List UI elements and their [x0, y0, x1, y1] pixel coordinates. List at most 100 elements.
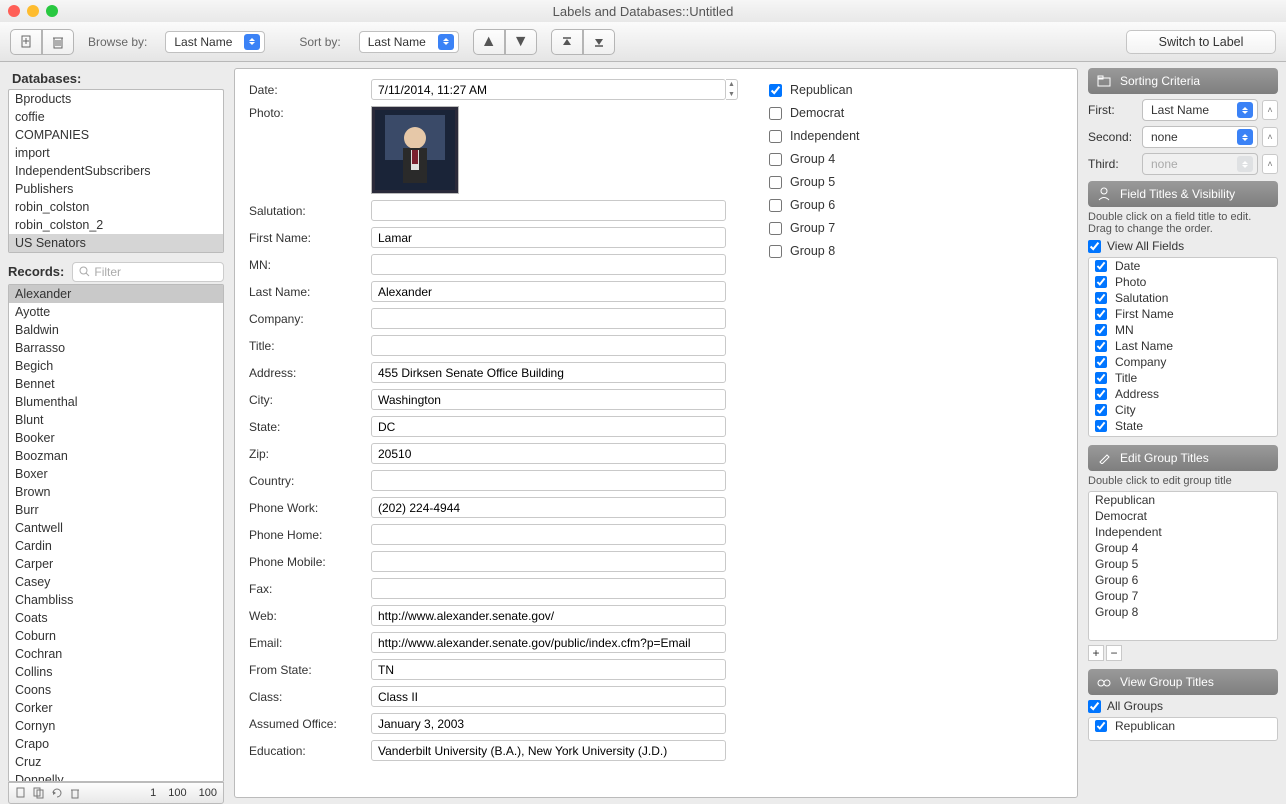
group-checkbox[interactable] [769, 107, 782, 120]
record-item[interactable]: Casey [9, 573, 223, 591]
record-item[interactable]: Cruz [9, 753, 223, 771]
group-checkbox[interactable] [769, 176, 782, 189]
group-checkbox[interactable] [769, 199, 782, 212]
trash-icon[interactable] [69, 787, 81, 799]
group-title-item[interactable]: Independent [1089, 524, 1277, 540]
date-stepper[interactable]: ▲▼ [726, 79, 738, 100]
first-field[interactable] [371, 227, 726, 248]
pw-field[interactable] [371, 497, 726, 518]
record-item[interactable]: Chambliss [9, 591, 223, 609]
sort-desc-button[interactable]: ▼ [505, 29, 537, 55]
record-item[interactable]: Barrasso [9, 339, 223, 357]
move-bottom-button[interactable] [583, 29, 615, 55]
view-groups-list[interactable]: Republican [1088, 717, 1278, 741]
company-field[interactable] [371, 308, 726, 329]
group-title-item[interactable]: Group 4 [1089, 540, 1277, 556]
remove-group-button[interactable]: − [1106, 645, 1122, 661]
record-item[interactable]: Collins [9, 663, 223, 681]
field-visibility-checkbox[interactable] [1095, 372, 1107, 384]
group-checkbox[interactable] [769, 130, 782, 143]
add-icon[interactable] [15, 787, 27, 799]
switch-to-label-button[interactable]: Switch to Label [1126, 30, 1276, 54]
class-field[interactable] [371, 686, 726, 707]
field-visibility-checkbox[interactable] [1095, 420, 1107, 432]
database-item[interactable]: US Senators [9, 234, 223, 252]
field-title-item[interactable]: Last Name [1115, 339, 1173, 353]
record-item[interactable]: Carper [9, 555, 223, 573]
field-visibility-checkbox[interactable] [1095, 340, 1107, 352]
view-all-fields-checkbox[interactable] [1088, 240, 1101, 253]
field-visibility-checkbox[interactable] [1095, 308, 1107, 320]
delete-record-button[interactable] [42, 29, 74, 55]
record-item[interactable]: Coons [9, 681, 223, 699]
group-title-item[interactable]: Group 7 [1089, 588, 1277, 604]
email-field[interactable] [371, 632, 726, 653]
sort-asc-button[interactable]: ▲ [473, 29, 505, 55]
record-item[interactable]: Bennet [9, 375, 223, 393]
record-item[interactable]: Coats [9, 609, 223, 627]
group-title-item[interactable]: Republican [1089, 492, 1277, 508]
group-checkbox[interactable] [769, 84, 782, 97]
field-title-item[interactable]: Address [1115, 387, 1159, 401]
record-item[interactable]: Crapo [9, 735, 223, 753]
sort-by-select[interactable]: Last Name [359, 31, 459, 53]
record-item[interactable]: Cochran [9, 645, 223, 663]
field-visibility-checkbox[interactable] [1095, 292, 1107, 304]
record-item[interactable]: Corker [9, 699, 223, 717]
field-visibility-checkbox[interactable] [1095, 388, 1107, 400]
field-visibility-checkbox[interactable] [1095, 324, 1107, 336]
database-item[interactable]: IndependentSubscribers [9, 162, 223, 180]
add-group-button[interactable]: + [1088, 645, 1104, 661]
group-title-item[interactable]: Group 5 [1089, 556, 1277, 572]
fields-list[interactable]: DatePhotoSalutationFirst NameMNLast Name… [1088, 257, 1278, 437]
all-groups-checkbox[interactable] [1088, 700, 1101, 713]
fstate-field[interactable] [371, 659, 726, 680]
aoffice-field[interactable] [371, 713, 726, 734]
pm-field[interactable] [371, 551, 726, 572]
field-title-item[interactable]: First Name [1115, 307, 1174, 321]
field-visibility-checkbox[interactable] [1095, 404, 1107, 416]
record-item[interactable]: Begich [9, 357, 223, 375]
record-item[interactable]: Boozman [9, 447, 223, 465]
ph-field[interactable] [371, 524, 726, 545]
group-title-item[interactable]: Democrat [1089, 508, 1277, 524]
field-visibility-checkbox[interactable] [1095, 356, 1107, 368]
fax-field[interactable] [371, 578, 726, 599]
database-item[interactable]: robin_colston_2 [9, 216, 223, 234]
database-item[interactable]: import [9, 144, 223, 162]
sort-first-select[interactable]: Last Name [1142, 99, 1258, 121]
field-title-item[interactable]: Title [1115, 371, 1137, 385]
record-item[interactable]: Coburn [9, 627, 223, 645]
record-item[interactable]: Cantwell [9, 519, 223, 537]
record-item[interactable]: Booker [9, 429, 223, 447]
record-item[interactable]: Cornyn [9, 717, 223, 735]
record-item[interactable]: Blunt [9, 411, 223, 429]
browse-by-select[interactable]: Last Name [165, 31, 265, 53]
group-titles-list[interactable]: RepublicanDemocratIndependentGroup 4Grou… [1088, 491, 1278, 641]
salutation-field[interactable] [371, 200, 726, 221]
database-item[interactable]: COMPANIES [9, 126, 223, 144]
records-list[interactable]: AlexanderAyotteBaldwinBarrassoBegichBenn… [8, 284, 224, 782]
database-item[interactable]: Bproducts [9, 90, 223, 108]
country-field[interactable] [371, 470, 726, 491]
date-field[interactable] [371, 79, 726, 100]
record-item[interactable]: Donnelly [9, 771, 223, 782]
databases-list[interactable]: BproductscoffieCOMPANIESimportIndependen… [8, 89, 224, 253]
address-field[interactable] [371, 362, 726, 383]
record-item[interactable]: Blumenthal [9, 393, 223, 411]
duplicate-icon[interactable] [33, 787, 45, 799]
mn-field[interactable] [371, 254, 726, 275]
move-top-button[interactable] [551, 29, 583, 55]
group-title-item[interactable]: Group 6 [1089, 572, 1277, 588]
field-title-item[interactable]: Date [1115, 259, 1140, 273]
field-title-item[interactable]: Company [1115, 355, 1166, 369]
field-title-item[interactable]: Salutation [1115, 291, 1168, 305]
state-field[interactable] [371, 416, 726, 437]
photo-well[interactable] [371, 106, 459, 194]
new-record-button[interactable] [10, 29, 42, 55]
group-title-item[interactable]: Group 8 [1089, 604, 1277, 620]
group-checkbox[interactable] [769, 153, 782, 166]
database-item[interactable]: coffie [9, 108, 223, 126]
record-item[interactable]: Alexander [9, 285, 223, 303]
city-field[interactable] [371, 389, 726, 410]
